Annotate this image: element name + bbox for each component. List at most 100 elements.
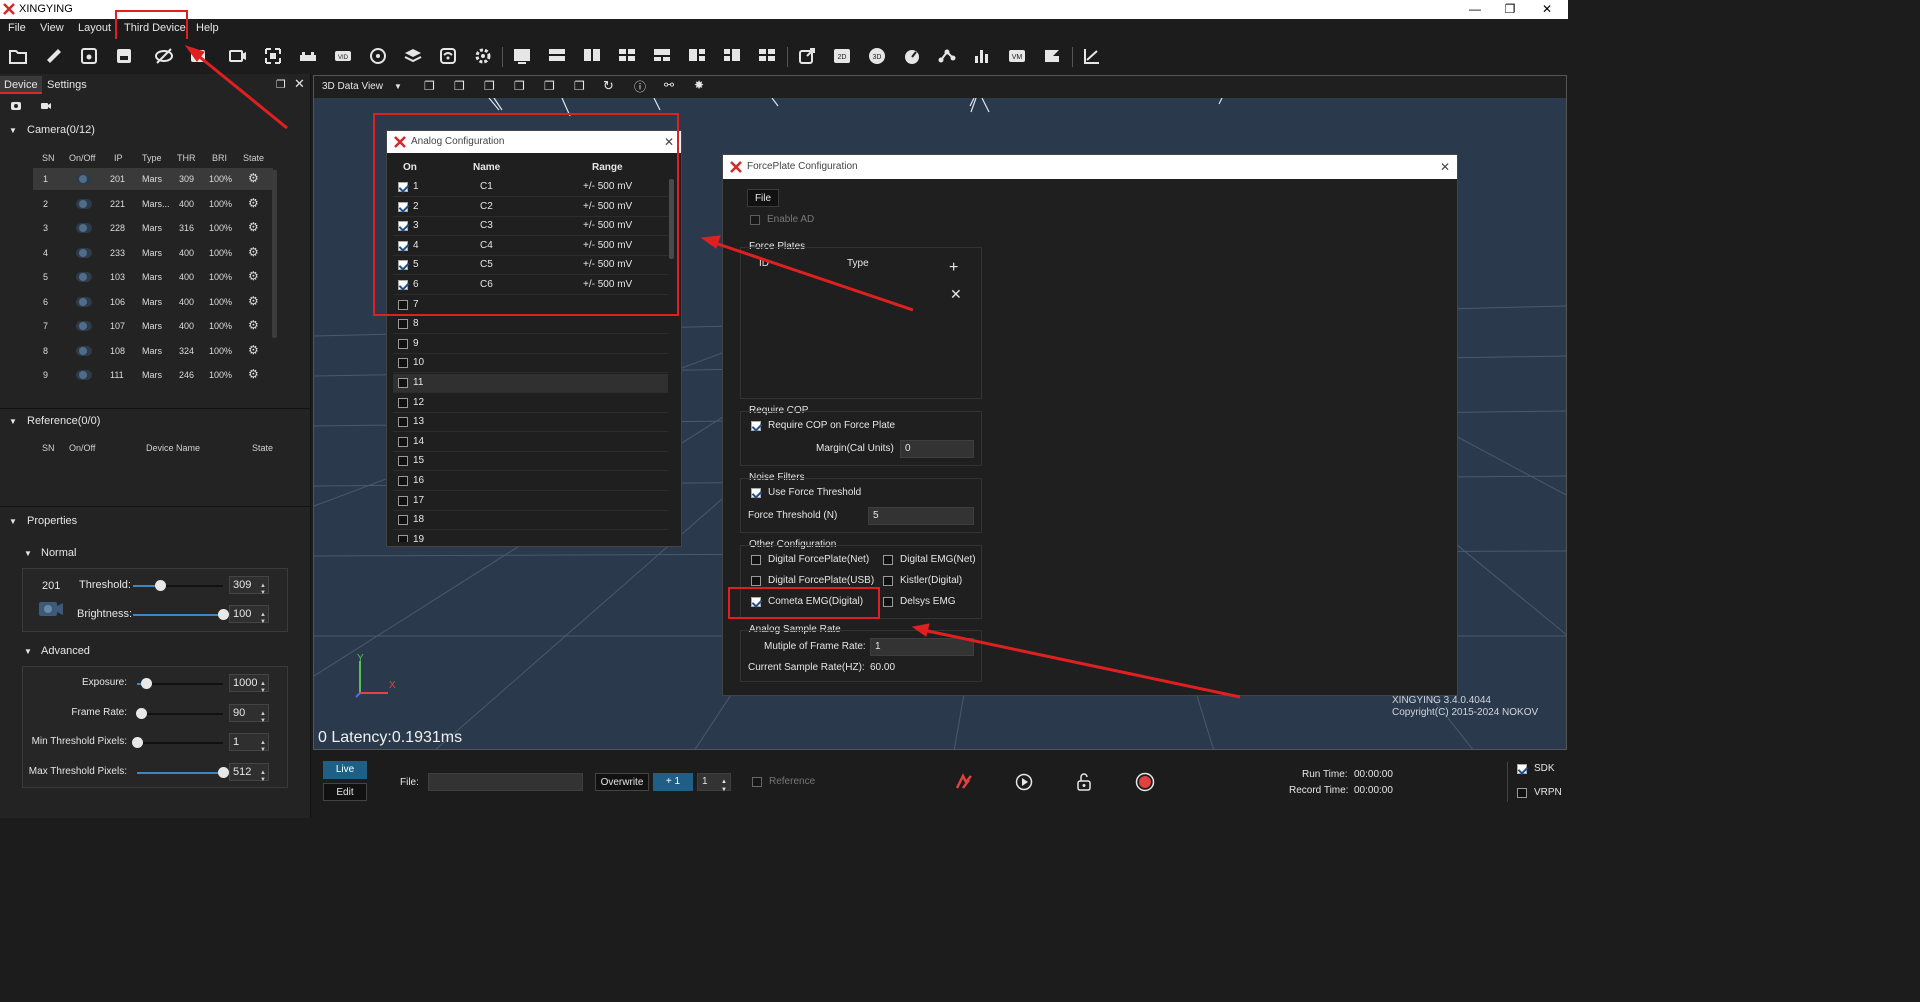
threshold-slider-knob[interactable] bbox=[155, 580, 166, 591]
multiple-frame-rate-input[interactable]: 1 bbox=[870, 638, 974, 656]
advanced-property-spinbox[interactable]: 1000 ▲ ▼ bbox=[229, 674, 269, 694]
channel-checkbox[interactable] bbox=[398, 495, 408, 506]
slider-knob[interactable] bbox=[140, 678, 152, 689]
view-bottom-icon[interactable]: ❐ bbox=[514, 79, 525, 93]
camera-collapse-icon[interactable]: ▼ bbox=[9, 126, 17, 135]
forceplate-dialog-close-icon[interactable]: ✕ bbox=[1440, 155, 1450, 179]
table-row[interactable]: 2 221 Mars... 400 100% ⚙ bbox=[33, 193, 273, 215]
record-file-icon[interactable] bbox=[188, 46, 208, 66]
tab-device[interactable]: Device bbox=[0, 76, 42, 94]
other-config-checkbox[interactable] bbox=[751, 555, 761, 565]
list-item[interactable]: 18 bbox=[393, 511, 668, 531]
hide-icon[interactable] bbox=[154, 46, 174, 66]
table-row[interactable]: 6 106 Mars 400 100% ⚙ bbox=[33, 291, 273, 313]
list-item[interactable]: 8 bbox=[393, 315, 668, 335]
close-window-button[interactable]: ✕ bbox=[1532, 1, 1562, 17]
channel-checkbox[interactable] bbox=[398, 319, 408, 330]
maximize-button[interactable]: ❐ bbox=[1495, 1, 1525, 17]
channel-checkbox[interactable] bbox=[398, 397, 408, 408]
increment-button[interactable]: + 1 bbox=[653, 773, 693, 791]
broadcast-icon[interactable] bbox=[438, 46, 458, 66]
close-panel-icon[interactable]: ✕ bbox=[294, 76, 305, 92]
increment-spinbox[interactable]: 1 ▲ ▼ bbox=[697, 773, 731, 793]
play-icon[interactable] bbox=[1015, 773, 1033, 791]
view-3d-icon[interactable]: 3D bbox=[867, 46, 887, 66]
other-config-checkbox[interactable] bbox=[883, 597, 893, 607]
layout-grid-icon[interactable] bbox=[757, 46, 777, 66]
channel-checkbox[interactable] bbox=[398, 476, 408, 486]
skeleton-icon[interactable] bbox=[937, 46, 957, 66]
info-icon[interactable]: ⓘ bbox=[634, 78, 646, 95]
camera-onoff-toggle[interactable] bbox=[76, 345, 92, 356]
view-front-icon[interactable]: ❐ bbox=[424, 79, 435, 93]
save-as-icon[interactable] bbox=[114, 46, 134, 66]
menu-help[interactable]: Help bbox=[196, 22, 219, 34]
layout-right-icon[interactable] bbox=[722, 46, 742, 66]
force-threshold-input[interactable]: 5 bbox=[868, 507, 974, 525]
layout-top-icon[interactable] bbox=[652, 46, 672, 66]
advanced-property-spinbox[interactable]: 1 ▲ ▼ bbox=[229, 733, 269, 753]
camera-onoff-toggle[interactable] bbox=[76, 174, 92, 184]
view-right-icon[interactable]: ❐ bbox=[574, 79, 585, 93]
bar-chart-icon[interactable] bbox=[972, 46, 992, 66]
advanced-property-slider[interactable] bbox=[137, 766, 229, 778]
camera-state-icon[interactable]: ⚙ bbox=[248, 196, 259, 210]
advanced-property-slider[interactable] bbox=[132, 737, 223, 748]
margin-input[interactable]: 0 bbox=[900, 440, 974, 458]
table-row[interactable]: 7 107 Mars 400 100% ⚙ bbox=[33, 315, 273, 337]
channel-checkbox[interactable] bbox=[398, 436, 408, 447]
live-button[interactable]: Live bbox=[323, 761, 367, 779]
video-camera-icon[interactable] bbox=[40, 100, 52, 112]
table-row[interactable]: 8 108 Mars 324 100% ⚙ bbox=[33, 340, 273, 362]
layers-icon[interactable] bbox=[403, 46, 423, 66]
channel-checkbox[interactable] bbox=[398, 378, 408, 388]
save-icon[interactable] bbox=[79, 46, 99, 66]
camera-scrollbar[interactable] bbox=[272, 170, 277, 338]
calibration-wand-icon[interactable] bbox=[298, 46, 318, 66]
camera-onoff-toggle[interactable] bbox=[76, 223, 92, 233]
table-row[interactable]: 3 228 Mars 316 100% ⚙ bbox=[33, 217, 273, 239]
menu-layout[interactable]: Layout bbox=[78, 22, 111, 34]
list-item[interactable]: 19 bbox=[393, 531, 668, 542]
list-item[interactable]: 13 bbox=[393, 413, 668, 433]
view-2d-icon[interactable]: 2D bbox=[832, 46, 852, 66]
spin-down-icon[interactable]: ▼ bbox=[260, 772, 266, 788]
enable-ad-checkbox[interactable] bbox=[750, 215, 760, 225]
reference-collapse-icon[interactable]: ▼ bbox=[9, 417, 17, 426]
layout-single-icon[interactable] bbox=[512, 46, 532, 66]
other-config-checkbox[interactable] bbox=[751, 576, 761, 586]
advanced-property-spinbox[interactable]: 90 ▲ ▼ bbox=[229, 703, 269, 724]
export-icon[interactable] bbox=[797, 46, 817, 66]
gear-icon[interactable] bbox=[473, 46, 493, 66]
camera-onoff-toggle[interactable] bbox=[76, 198, 92, 209]
list-item[interactable]: 16 bbox=[393, 472, 668, 491]
camera-state-icon[interactable]: ⚙ bbox=[248, 343, 259, 357]
camera-onoff-toggle[interactable] bbox=[76, 370, 92, 380]
table-row[interactable]: 1 201 Mars 309 100% ⚙ bbox=[33, 168, 273, 190]
file-name-input[interactable] bbox=[428, 773, 583, 791]
overwrite-button[interactable]: Overwrite bbox=[595, 773, 649, 791]
camera-state-icon[interactable]: ⚙ bbox=[248, 318, 259, 332]
brightness-spinbox[interactable]: 100 ▲ ▼ bbox=[229, 605, 269, 625]
list-item[interactable]: 17 bbox=[393, 492, 668, 511]
list-item[interactable]: 14 bbox=[393, 433, 668, 452]
menu-view[interactable]: View bbox=[40, 22, 64, 34]
video-icon[interactable]: VID bbox=[333, 46, 353, 66]
float-panel-icon[interactable]: ❐ bbox=[276, 78, 286, 91]
view-back-icon[interactable]: ❐ bbox=[454, 79, 465, 93]
require-cop-checkbox[interactable] bbox=[751, 421, 761, 431]
threshold-spinbox[interactable]: 309 ▲ ▼ bbox=[229, 576, 269, 596]
camera-state-icon[interactable]: ⚙ bbox=[248, 245, 259, 259]
list-item[interactable]: 15 bbox=[393, 452, 668, 472]
nokov-logo-icon[interactable] bbox=[954, 772, 974, 792]
brightness-slider[interactable] bbox=[133, 609, 229, 620]
layout-quad-icon[interactable] bbox=[617, 46, 637, 66]
advanced-property-slider[interactable] bbox=[136, 707, 223, 719]
properties-collapse-icon[interactable]: ▼ bbox=[9, 517, 17, 526]
table-row[interactable]: 5 103 Mars 400 100% ⚙ bbox=[33, 266, 273, 288]
camera-onoff-toggle[interactable] bbox=[76, 296, 92, 307]
camera-onoff-toggle[interactable] bbox=[76, 247, 92, 258]
minimize-button[interactable]: — bbox=[1460, 1, 1490, 17]
advanced-property-slider[interactable] bbox=[137, 678, 223, 689]
channel-checkbox[interactable] bbox=[398, 456, 408, 467]
